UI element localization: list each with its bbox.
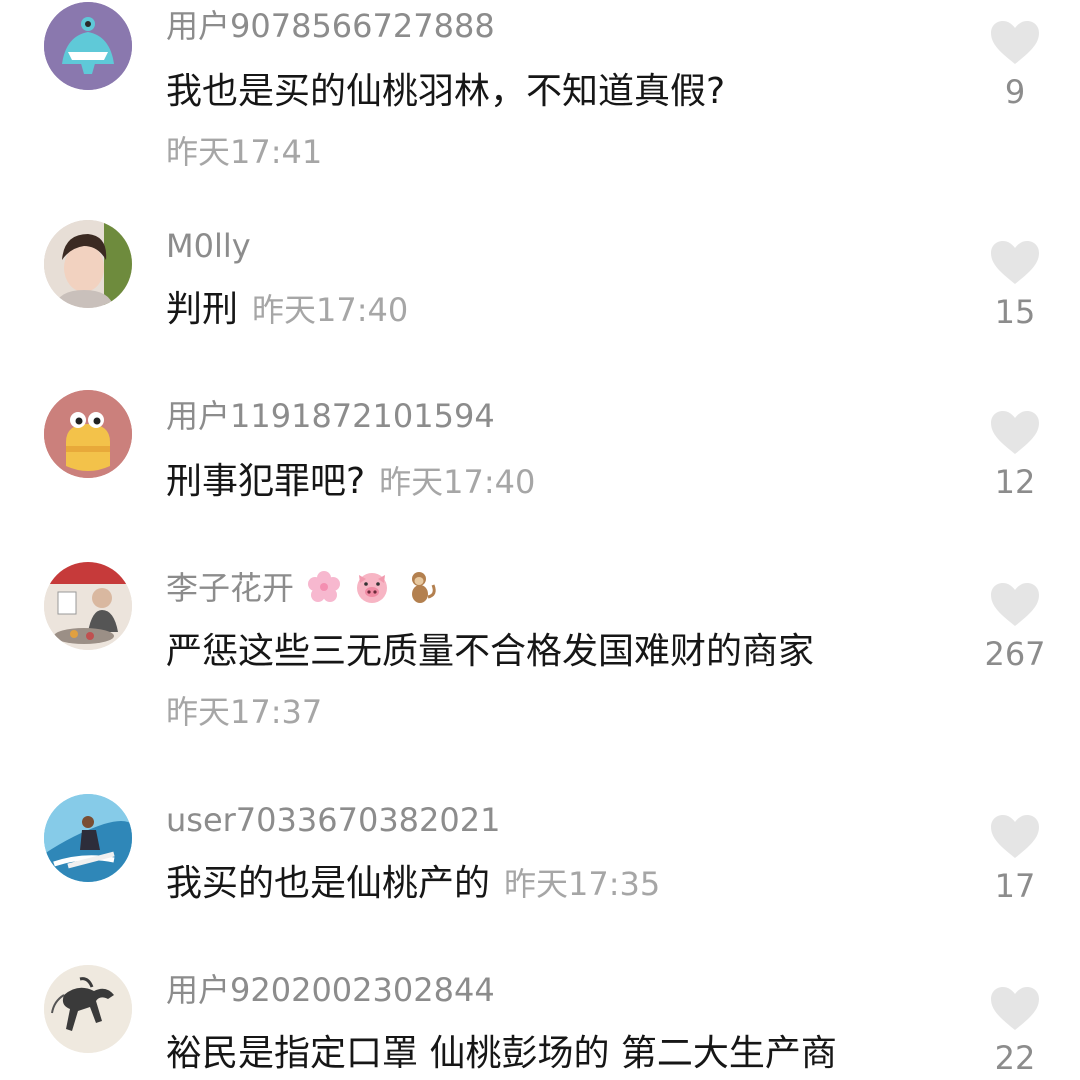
username[interactable]: 用户9078566727888 [166, 6, 495, 46]
comment-time: 昨天17:40 [379, 463, 536, 501]
like-button[interactable]: 9 [965, 20, 1065, 110]
like-button[interactable]: 12 [965, 410, 1065, 500]
username[interactable]: user7033670382021 [166, 800, 500, 840]
comment-time: 昨天17:37 [166, 693, 323, 731]
surfer-photo-avatar-icon [44, 794, 132, 882]
username[interactable]: 用户1191872101594 [166, 396, 495, 436]
like-button[interactable]: 22 [965, 986, 1065, 1076]
username-text: 李子花开 [166, 569, 295, 607]
like-button[interactable]: 17 [965, 814, 1065, 904]
comment-text: 我买的也是仙桃产的 昨天17:35 [166, 862, 660, 906]
comment-time: 昨天17:40 [252, 291, 409, 329]
like-button[interactable]: 15 [965, 240, 1065, 330]
cake-monster-avatar-icon [44, 390, 132, 478]
comment-text: 严惩这些三无质量不合格发国难财的商家 [166, 630, 814, 674]
username[interactable]: 李子花开 [166, 568, 439, 608]
heart-icon[interactable] [990, 20, 1040, 66]
like-count: 12 [994, 463, 1036, 501]
like-count: 17 [994, 867, 1036, 905]
heart-icon[interactable] [990, 240, 1040, 286]
horse-painting-avatar-icon [44, 965, 132, 1053]
monkey-icon [411, 572, 436, 603]
avatar[interactable] [44, 794, 132, 882]
person-photo-avatar-icon [44, 562, 132, 650]
heart-icon[interactable] [990, 986, 1040, 1032]
username[interactable]: 用户9202002302844 [166, 970, 495, 1010]
avatar[interactable] [44, 390, 132, 478]
comment-text-body: 刑事犯罪吧? [166, 461, 366, 502]
comment-time: 昨天17:35 [504, 865, 661, 903]
comment-text-body: 裕民是指定口罩 仙桃彭场的 第二大生产商 [166, 1033, 837, 1074]
like-count: 267 [984, 635, 1046, 673]
monster-avatar-icon [44, 2, 132, 90]
comment-text-body: 判刑 [166, 289, 239, 330]
avatar[interactable] [44, 2, 132, 90]
heart-icon[interactable] [990, 582, 1040, 628]
comment-text: 刑事犯罪吧? 昨天17:40 [166, 460, 535, 504]
comment-text-body: 我也是买的仙桃羽林，不知道真假? [166, 71, 726, 112]
like-count: 9 [1004, 73, 1026, 111]
like-count: 15 [994, 293, 1036, 331]
username[interactable]: M0lly [166, 226, 251, 266]
person-photo-avatar-icon [44, 220, 132, 308]
like-count: 22 [994, 1039, 1036, 1077]
avatar[interactable] [44, 562, 132, 650]
cherry-blossom-icon [308, 571, 341, 602]
like-button[interactable]: 267 [965, 582, 1065, 672]
heart-icon[interactable] [990, 410, 1040, 456]
avatar[interactable] [44, 965, 132, 1053]
comment-text-body: 我买的也是仙桃产的 [166, 863, 491, 904]
heart-icon[interactable] [990, 814, 1040, 860]
avatar[interactable] [44, 220, 132, 308]
comment-text: 判刑 昨天17:40 [166, 288, 408, 332]
comment-text-body: 严惩这些三无质量不合格发国难财的商家 [166, 631, 815, 672]
comment-text: 我也是买的仙桃羽林，不知道真假? [166, 70, 725, 114]
comment-text: 裕民是指定口罩 仙桃彭场的 第二大生产商 [166, 1032, 837, 1076]
comment-time: 昨天17:41 [166, 133, 323, 171]
pig-face-icon [357, 573, 388, 603]
